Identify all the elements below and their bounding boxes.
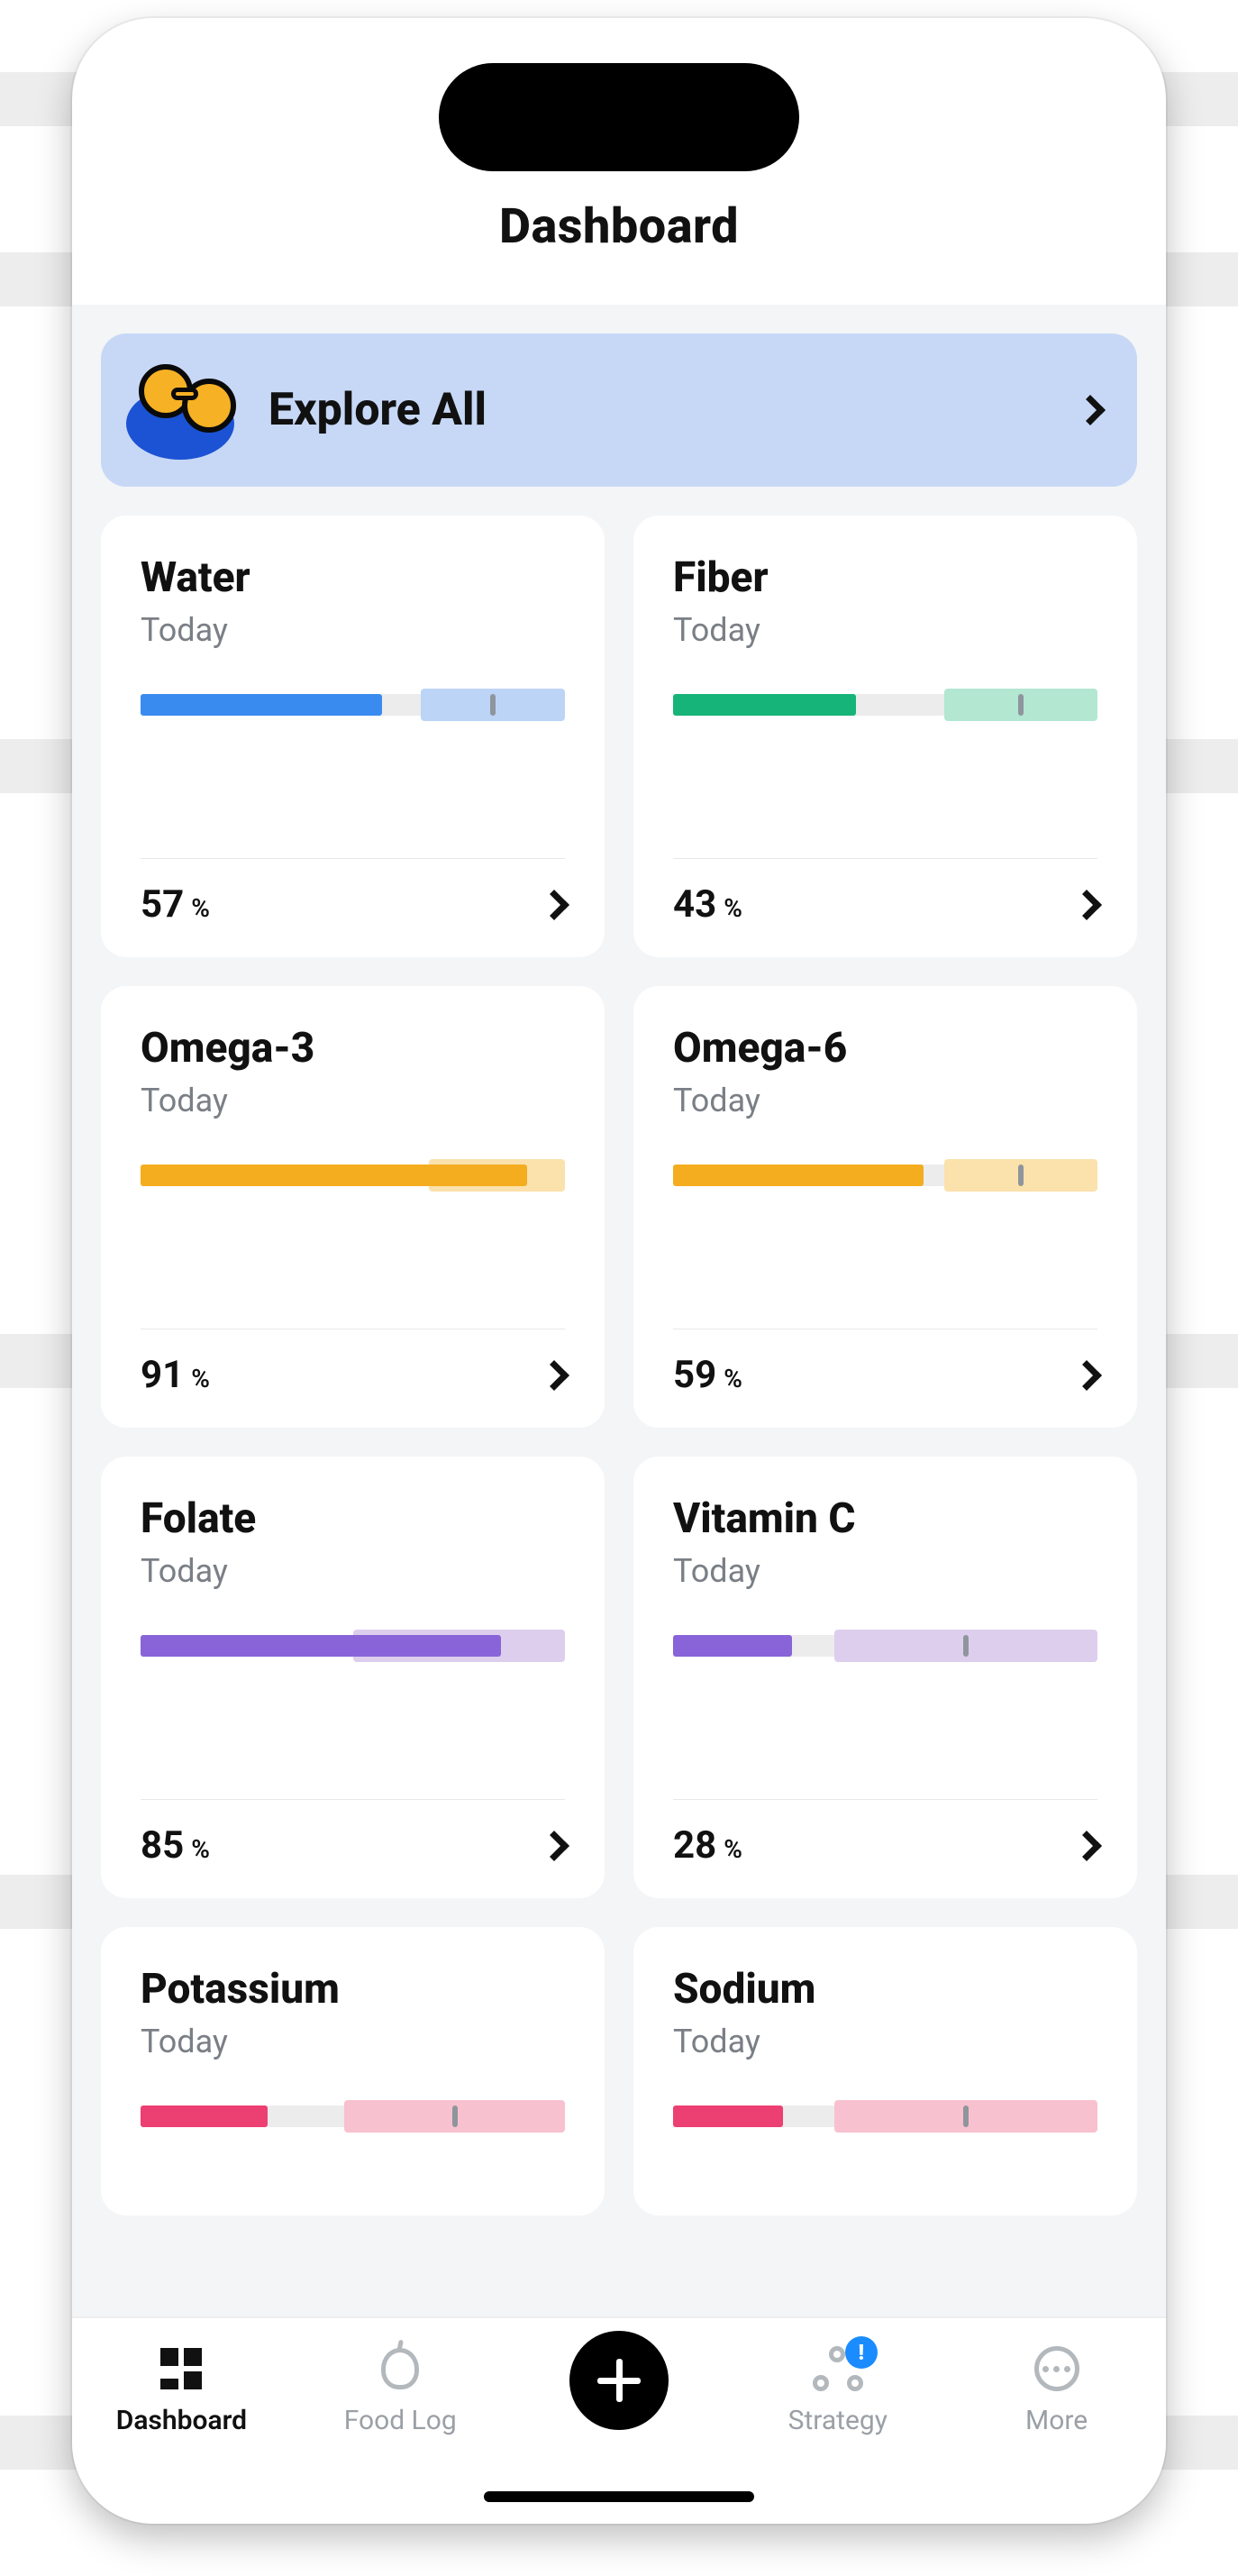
nutrient-period: Today <box>673 1082 1097 1119</box>
nutrient-card[interactable]: Fiber Today 43% <box>633 516 1137 957</box>
nutrient-name: Folate <box>141 1494 565 1543</box>
progress-bar <box>673 2106 1097 2127</box>
chevron-right-icon <box>539 1831 569 1861</box>
nutrient-card[interactable]: Folate Today 85% <box>101 1457 605 1898</box>
chevron-right-icon <box>1071 1831 1102 1861</box>
nutrient-card[interactable]: Omega-3 Today 91% <box>101 986 605 1428</box>
tab-more[interactable]: More <box>976 2342 1138 2436</box>
progress-bar <box>673 694 1097 716</box>
nutrient-period: Today <box>141 611 565 649</box>
tab-dashboard[interactable]: Dashboard <box>100 2342 262 2436</box>
apple-icon <box>373 2342 427 2396</box>
nutrient-percent: 91% <box>141 1353 210 1397</box>
chevron-right-icon <box>1075 395 1106 425</box>
divider <box>141 1799 565 1800</box>
nutrient-period: Today <box>673 1552 1097 1590</box>
nutrient-name: Vitamin C <box>673 1494 1097 1543</box>
nutrient-period: Today <box>141 2023 565 2060</box>
content-area: Explore All Water Today 57% Fiber Today 43% Om… <box>72 305 1166 2316</box>
nutrient-period: Today <box>141 1082 565 1119</box>
nutrient-period: Today <box>141 1552 565 1590</box>
nutrient-name: Fiber <box>673 553 1097 602</box>
divider <box>673 1799 1097 1800</box>
nutrient-percent: 57% <box>141 882 210 927</box>
chevron-right-icon <box>539 1360 569 1391</box>
chevron-right-icon <box>539 890 569 920</box>
more-icon <box>1030 2342 1084 2396</box>
nutrient-name: Sodium <box>673 1965 1097 2014</box>
tab-label: Dashboard <box>116 2405 247 2436</box>
dashboard-icon <box>154 2342 208 2396</box>
progress-bar <box>141 1635 565 1657</box>
nutrient-card[interactable]: Omega-6 Today 59% <box>633 986 1137 1428</box>
nutrient-card[interactable]: Sodium Today <box>633 1927 1137 2215</box>
nutrient-name: Potassium <box>141 1965 565 2014</box>
nutrient-percent: 85% <box>141 1823 210 1868</box>
tab-strategy[interactable]: ! Strategy <box>757 2342 919 2436</box>
tab-label: More <box>1025 2405 1088 2436</box>
nutrient-percent: 43% <box>673 882 742 927</box>
chevron-right-icon <box>1071 1360 1102 1391</box>
tab-food-log[interactable]: Food Log <box>319 2342 481 2436</box>
nutrient-period: Today <box>673 611 1097 649</box>
progress-bar <box>141 2106 565 2127</box>
divider <box>673 858 1097 859</box>
nutrient-card[interactable]: Vitamin C Today 28% <box>633 1457 1137 1898</box>
phone-frame: Dashboard Explore All Water Today 57% Fiber… <box>72 18 1166 2524</box>
page-title: Dashboard <box>72 198 1166 255</box>
binoculars-icon <box>126 361 243 460</box>
progress-bar <box>141 1165 565 1186</box>
nutrient-period: Today <box>673 2023 1097 2060</box>
home-indicator <box>484 2491 754 2502</box>
tab-label: Food Log <box>344 2405 457 2436</box>
alert-badge-icon: ! <box>845 2336 878 2369</box>
progress-bar <box>673 1635 1097 1657</box>
nutrient-percent: 28% <box>673 1823 742 1868</box>
explore-all-label: Explore All <box>269 384 1054 436</box>
progress-bar <box>141 694 565 716</box>
divider <box>141 858 565 859</box>
device-notch <box>439 63 799 171</box>
add-button[interactable] <box>569 2331 669 2430</box>
nutrient-percent: 59% <box>673 1353 742 1397</box>
tab-label: Strategy <box>788 2405 888 2436</box>
nutrient-name: Water <box>141 553 565 602</box>
nutrient-name: Omega-6 <box>673 1024 1097 1073</box>
nutrient-grid: Water Today 57% Fiber Today 43% Omega-3 Today 91… <box>101 516 1137 2215</box>
nutrient-card[interactable]: Potassium Today <box>101 1927 605 2215</box>
explore-all-button[interactable]: Explore All <box>101 333 1137 487</box>
chevron-right-icon <box>1071 890 1102 920</box>
progress-bar <box>673 1165 1097 1186</box>
nutrient-card[interactable]: Water Today 57% <box>101 516 605 957</box>
nutrient-name: Omega-3 <box>141 1024 565 1073</box>
